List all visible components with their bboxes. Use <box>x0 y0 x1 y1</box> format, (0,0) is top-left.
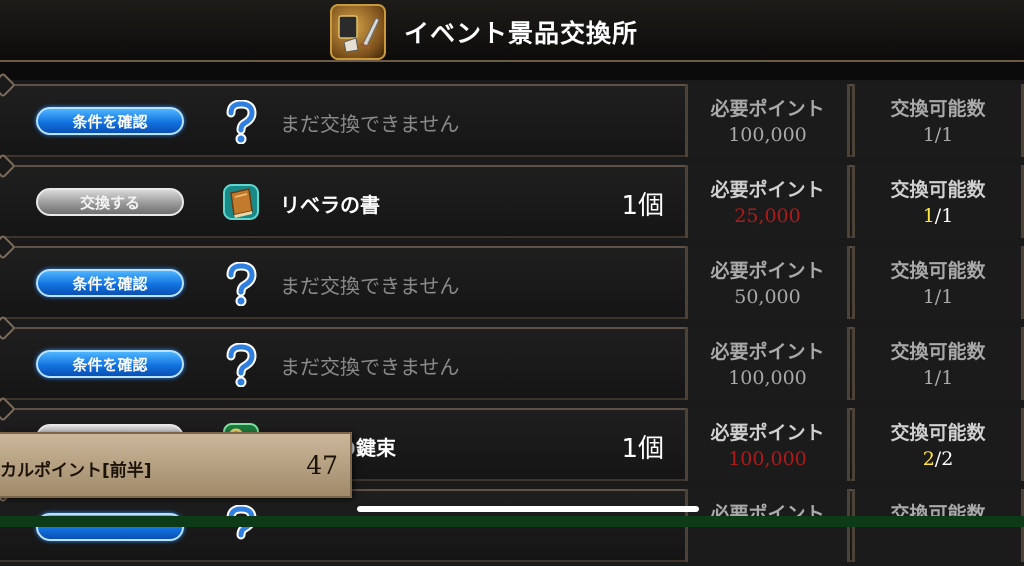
reward-row: 条件を確認 まだ交換できません 必要ポイント 50,000 交換可能数 1/1 <box>0 234 1024 323</box>
required-points-label: 必要ポイント <box>710 422 825 444</box>
required-points-box: 必要ポイント 50,000 <box>685 246 850 319</box>
count-current: 2 <box>922 448 935 470</box>
required-points-value: 100,000 <box>728 124 807 146</box>
count-current: 1 <box>922 124 935 146</box>
bottom-bar <box>0 516 1024 527</box>
header-bar: イベント景品交換所 <box>0 0 1024 62</box>
required-points-value: 50,000 <box>734 286 801 308</box>
question-mark-icon <box>226 505 257 540</box>
event-points-value: 47 <box>306 451 338 480</box>
exchange-count-label: 交換可能数 <box>890 260 986 282</box>
exchange-count-value: 1/1 <box>855 205 1021 227</box>
required-points-value: 100,000 <box>728 448 807 470</box>
count-current: 1 <box>922 286 935 308</box>
required-points-box: 必要ポイント 100,000 <box>685 327 850 400</box>
exchange-button[interactable]: 交換する <box>36 188 184 216</box>
exchange-count-box: 交換可能数 1/1 <box>852 165 1024 238</box>
exchange-count-box: 交換可能数 2/2 <box>852 408 1024 481</box>
exchange-count-box: 交換可能数 1/1 <box>852 246 1024 319</box>
count-total: 2 <box>941 448 954 470</box>
exchange-count-label: 交換可能数 <box>890 179 986 201</box>
exchange-count-label: 交換可能数 <box>890 98 986 120</box>
event-points-label: カルポイント[前半] <box>0 461 152 481</box>
page-title: イベント景品交換所 <box>404 19 639 48</box>
check-conditions-button[interactable]: 条件を確認 <box>36 350 184 378</box>
exchange-count-value: 2/2 <box>855 448 1021 470</box>
reward-row: 条件を確認 まだ交換できません 必要ポイント 100,000 交換可能数 1/1 <box>0 315 1024 404</box>
check-conditions-button[interactable]: 条件を確認 <box>36 269 184 297</box>
required-points-box: 必要ポイント 100,000 <box>685 84 850 157</box>
event-points-popup: カルポイント[前半] 47 <box>0 432 352 498</box>
question-mark-icon <box>226 100 257 144</box>
required-points-box: 必要ポイント 25,000 <box>685 165 850 238</box>
sword-shield-emblem-icon <box>330 4 386 60</box>
question-mark-icon <box>226 262 257 306</box>
exchange-count-label: 交換可能数 <box>890 422 986 444</box>
book-icon <box>223 184 259 220</box>
item-quantity: 1個 <box>621 191 664 221</box>
exchange-count-value: 1/1 <box>855 124 1021 146</box>
locked-status-text: まだ交換できません <box>280 112 460 136</box>
exchange-count-box: 交換可能数 1/1 <box>852 327 1024 400</box>
count-current: 1 <box>922 205 935 227</box>
required-points-label: 必要ポイント <box>710 179 825 201</box>
count-total: 1 <box>941 124 954 146</box>
reward-row: 条件を確認 まだ交換できません 必要ポイント 100,000 交換可能数 1/1 <box>0 72 1024 161</box>
exchange-count-box: 交換可能数 1/1 <box>852 84 1024 157</box>
exchange-count-value: 1/1 <box>855 367 1021 389</box>
count-total: 1 <box>941 367 954 389</box>
required-points-label: 必要ポイント <box>710 98 825 120</box>
item-quantity: 1個 <box>621 434 664 464</box>
reward-row: 交換する リベラの書 1個 必要ポイント 25,000 交換可能数 1/1 <box>0 153 1024 242</box>
item-name: リベラの書 <box>280 193 380 217</box>
required-points-value: 100,000 <box>728 367 807 389</box>
required-points-value: 25,000 <box>734 205 801 227</box>
exchange-count-label: 交換可能数 <box>890 341 986 363</box>
count-total: 1 <box>941 286 954 308</box>
count-total: 1 <box>941 205 954 227</box>
exchange-count-value: 1/1 <box>855 286 1021 308</box>
locked-status-text: まだ交換できません <box>280 274 460 298</box>
count-current: 1 <box>922 367 935 389</box>
home-indicator[interactable] <box>357 506 699 512</box>
question-mark-icon <box>226 343 257 387</box>
required-points-label: 必要ポイント <box>710 341 825 363</box>
check-conditions-button[interactable]: 条件を確認 <box>36 107 184 135</box>
locked-status-text: まだ交換できません <box>280 355 460 379</box>
required-points-label: 必要ポイント <box>710 260 825 282</box>
required-points-box: 必要ポイント 100,000 <box>685 408 850 481</box>
